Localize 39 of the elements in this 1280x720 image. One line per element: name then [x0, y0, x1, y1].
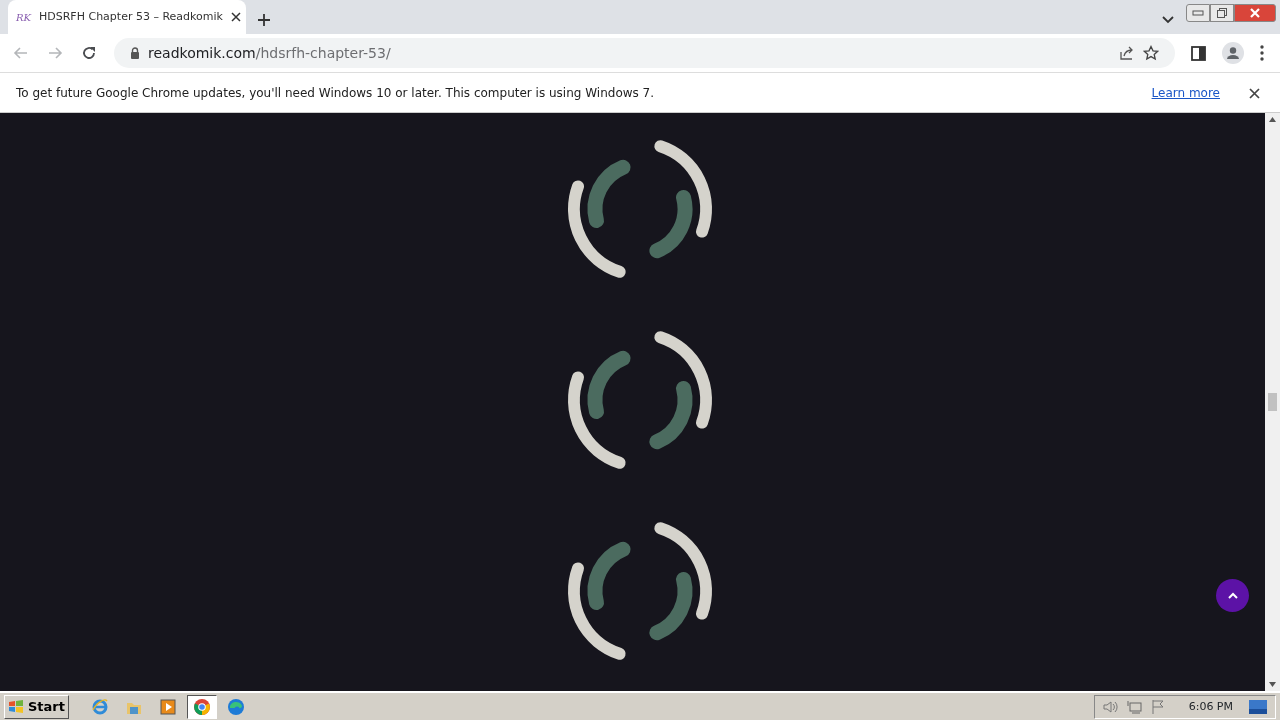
forward-icon [47, 45, 63, 61]
side-panel-icon[interactable] [1191, 45, 1206, 61]
back-icon [13, 45, 29, 61]
restore-button[interactable] [1210, 4, 1234, 22]
minimize-icon [1192, 10, 1204, 16]
minimize-button[interactable] [1186, 4, 1210, 22]
site-favicon: RK [16, 10, 31, 25]
scroll-down-icon[interactable] [1269, 682, 1276, 687]
start-button[interactable]: Start [4, 695, 69, 719]
close-icon [1248, 87, 1260, 99]
taskbar-app-button[interactable] [187, 695, 217, 719]
update-message: To get future Google Chrome updates, you'll need Windows 10 or later. This computer is using Windows 7. [16, 84, 656, 102]
close-icon [1249, 8, 1261, 18]
close-window-button[interactable] [1234, 4, 1276, 22]
tab-title: HDSRFH Chapter 53 – Readkomik [39, 8, 223, 25]
learn-more-link[interactable]: Learn more [1151, 83, 1220, 102]
scrollbar-thumb[interactable] [1268, 393, 1277, 411]
menu-icon[interactable] [1260, 45, 1264, 61]
media-player-icon [159, 698, 177, 716]
back-to-top-button[interactable] [1216, 579, 1249, 612]
restore-icon [1216, 7, 1228, 19]
address-bar[interactable]: readkomik.com/hdsrfh-chapter-53/ [114, 38, 1175, 68]
browser-tab[interactable]: RK HDSRFH Chapter 53 – Readkomik [8, 0, 246, 34]
clock: 6:06 PM [1188, 698, 1233, 715]
plus-icon [257, 12, 271, 27]
flag-icon[interactable] [1150, 699, 1165, 715]
lock-icon [130, 47, 140, 59]
edge-icon [227, 698, 245, 716]
close-icon [230, 11, 241, 22]
chrome-icon [193, 698, 211, 716]
ie-icon [91, 698, 109, 716]
windows-logo-icon [8, 700, 24, 714]
reload-icon [81, 45, 97, 61]
bookmark-star-icon[interactable] [1143, 45, 1159, 61]
chevron-down-icon [1162, 15, 1174, 24]
profile-avatar-icon[interactable] [1222, 42, 1244, 64]
chevron-up-icon [1227, 592, 1238, 599]
share-icon[interactable] [1119, 45, 1135, 61]
scroll-up-icon[interactable] [1269, 117, 1276, 122]
